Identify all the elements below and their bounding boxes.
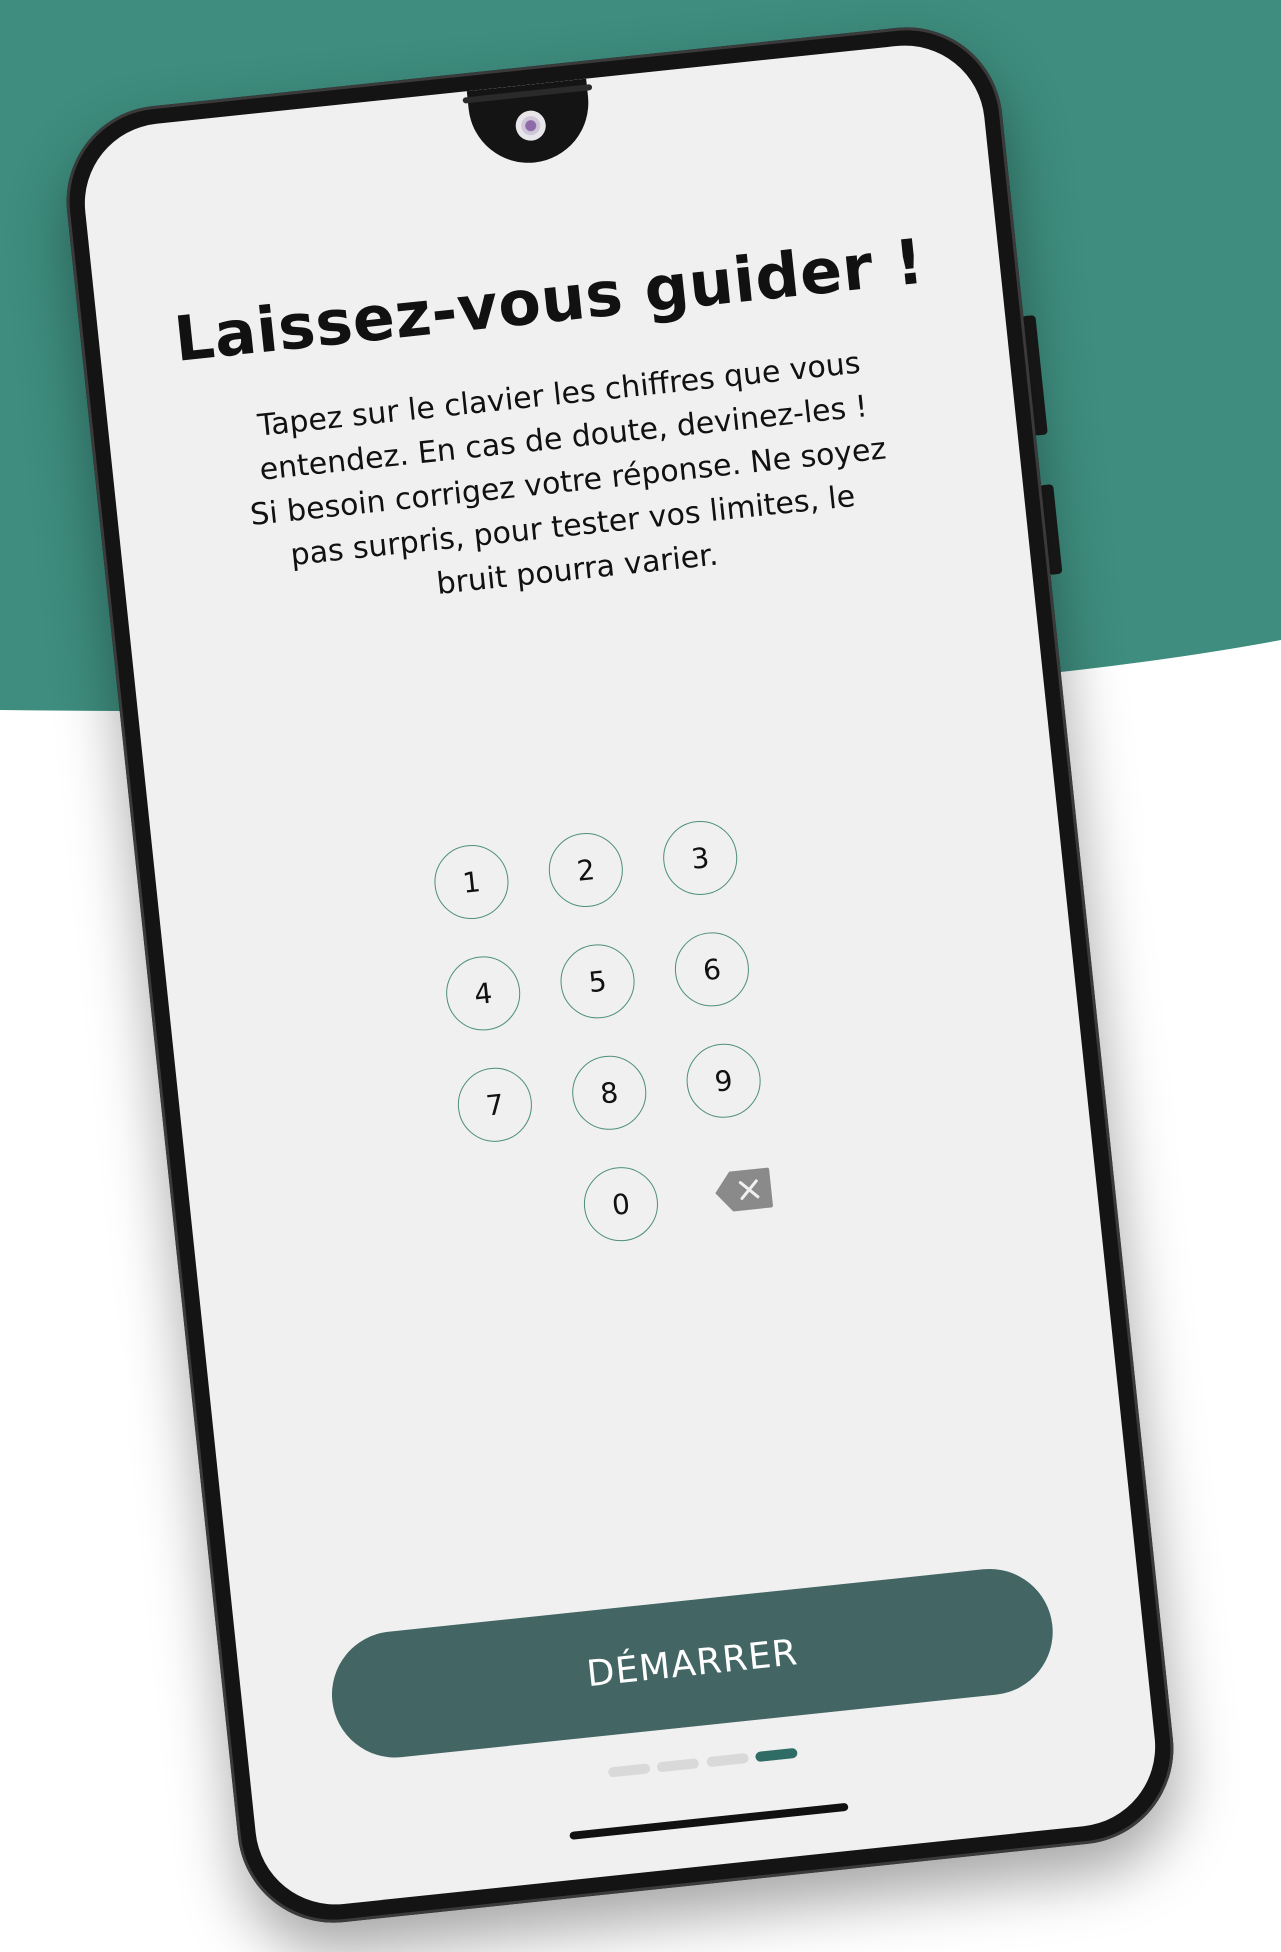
key-4[interactable]: 4 [442,952,524,1035]
key-3[interactable]: 3 [659,817,741,899]
start-button[interactable]: DÉMARRER [325,1562,1059,1764]
front-camera-icon [514,109,548,143]
backspace-icon[interactable] [711,1165,775,1215]
key-5[interactable]: 5 [556,940,639,1023]
home-indicator[interactable] [569,1802,849,1840]
key-6[interactable]: 6 [671,928,753,1011]
page-dot-2 [656,1758,700,1773]
key-0[interactable]: 0 [580,1163,662,1245]
number-keypad: 1 2 3 4 5 6 7 8 9 0 [430,813,827,1307]
phone-screen: Laissez-vous guider ! Tapez sur le clavi… [76,37,1164,1913]
page-dot-1 [607,1763,651,1778]
key-7[interactable]: 7 [454,1064,536,1146]
key-1[interactable]: 1 [430,841,513,923]
pagination-dots [607,1747,798,1778]
page-dot-4-active [754,1747,798,1763]
key-8[interactable]: 8 [568,1052,650,1134]
key-2[interactable]: 2 [545,829,627,911]
key-9[interactable]: 9 [682,1040,765,1122]
page-dot-3 [705,1752,749,1768]
phone-device: Laissez-vous guider ! Tapez sur le clavi… [57,17,1183,1933]
phone-frame: Laissez-vous guider ! Tapez sur le clavi… [57,17,1183,1933]
instructions-text: Tapez sur le clavier les chiffres que vo… [248,345,888,602]
